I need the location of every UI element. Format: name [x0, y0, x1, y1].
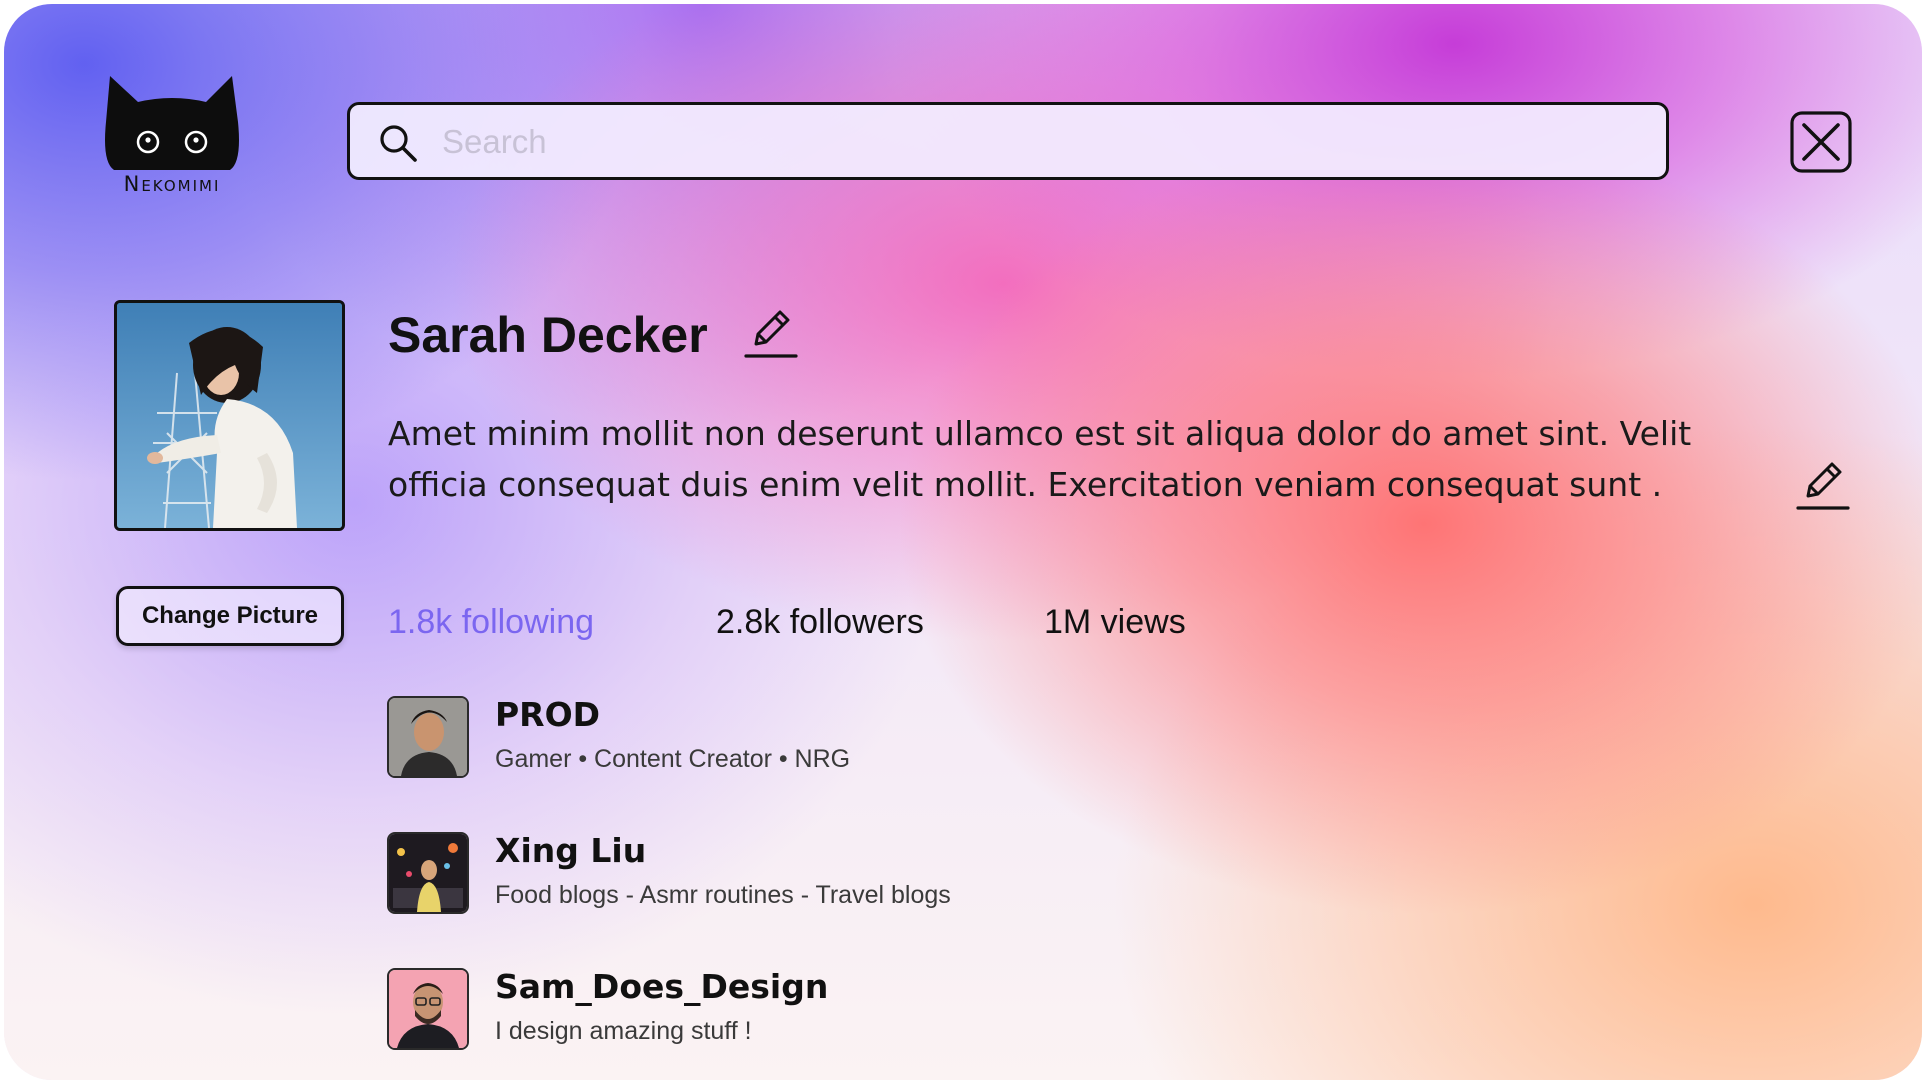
app-window: Nekomimi Search Change Picture Sarah Dec… — [4, 4, 1922, 1080]
list-item-subtitle: I design amazing stuff ! — [495, 1017, 752, 1045]
list-item-subtitle: Food blogs - Asmr routines - Travel blog… — [495, 881, 951, 909]
brand-logo[interactable]: Nekomimi — [92, 76, 252, 206]
list-item[interactable]: Sam_Does_Design I design amazing stuff ! — [387, 967, 1287, 1052]
list-item-subtitle: Gamer • Content Creator • NRG — [495, 745, 851, 773]
search-icon — [380, 125, 417, 162]
list-item-title: Sam_Does_Design — [495, 967, 829, 1006]
followers-tab[interactable]: 2.8k followers — [716, 600, 924, 644]
search-input[interactable] — [440, 117, 1624, 167]
profile-picture — [114, 300, 345, 531]
edit-name-pencil-icon[interactable] — [742, 304, 798, 360]
avatar-photo — [389, 834, 467, 912]
list-item-title: Xing Liu — [495, 831, 647, 870]
edit-bio-pencil-icon[interactable] — [1794, 456, 1850, 512]
profile-photo-illustration — [117, 303, 342, 528]
views-stat[interactable]: 1M views — [1044, 600, 1186, 644]
cat-head-icon — [105, 76, 239, 170]
avatar — [387, 832, 469, 914]
profile-name: Sarah Decker — [388, 307, 708, 363]
avatar — [387, 696, 469, 778]
close-icon[interactable] — [1790, 111, 1852, 173]
list-item-title: PROD — [495, 695, 601, 734]
avatar-photo — [389, 970, 467, 1048]
list-item[interactable]: PROD Gamer • Content Creator • NRG — [387, 695, 1287, 780]
profile-bio: Amet minim mollit non deserunt ullamco e… — [388, 414, 1692, 504]
change-picture-button[interactable]: Change Picture — [116, 586, 344, 646]
search-bar[interactable] — [347, 102, 1669, 180]
avatar-photo — [389, 698, 467, 776]
brand-name: Nekomimi — [123, 172, 221, 196]
list-item[interactable]: Xing Liu Food blogs - Asmr routines - Tr… — [387, 831, 1287, 916]
avatar — [387, 968, 469, 1050]
following-tab[interactable]: 1.8k following — [388, 600, 594, 644]
